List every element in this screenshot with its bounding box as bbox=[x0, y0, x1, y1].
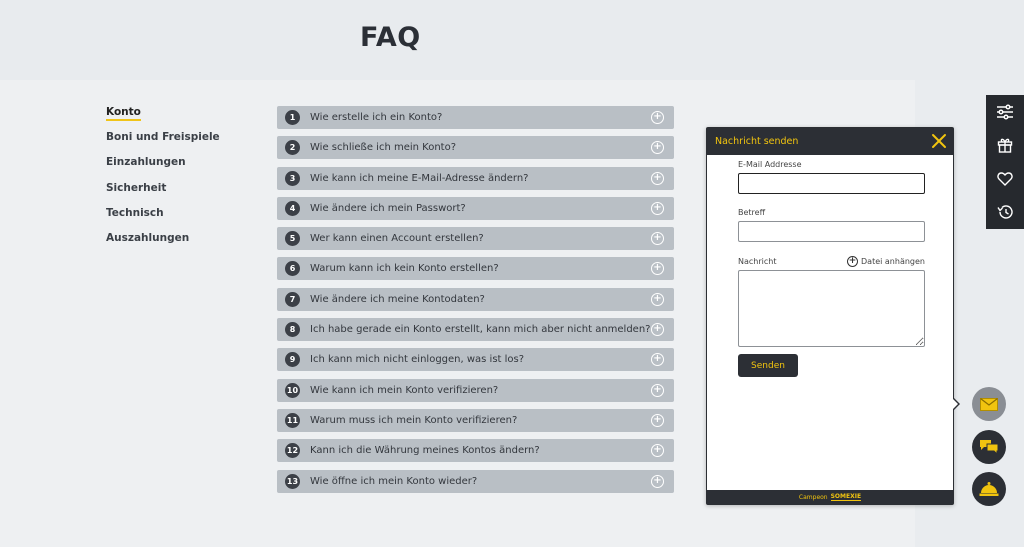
message-label-row: Nachricht + Datei anhängen bbox=[738, 256, 925, 267]
faq-question: Wie öffne ich mein Konto wieder? bbox=[310, 475, 478, 487]
bell-icon bbox=[979, 482, 999, 496]
message-panel-header: Nachricht senden bbox=[707, 128, 953, 155]
plus-icon[interactable]: + bbox=[651, 353, 664, 367]
page-title: FAQ bbox=[360, 22, 421, 53]
plus-icon[interactable]: + bbox=[651, 141, 664, 155]
header-area: FAQ bbox=[0, 0, 1024, 80]
plus-icon[interactable]: + bbox=[651, 323, 664, 337]
sliders-icon bbox=[997, 104, 1013, 120]
category-konto[interactable]: Konto bbox=[106, 105, 220, 130]
mail-button[interactable] bbox=[972, 387, 1006, 421]
message-label: Nachricht bbox=[738, 257, 777, 266]
faq-number: 9 bbox=[285, 352, 300, 368]
faq-question: Ich habe gerade ein Konto erstellt, kann… bbox=[310, 324, 651, 336]
plus-icon[interactable]: + bbox=[651, 444, 664, 458]
plus-icon[interactable]: + bbox=[651, 201, 664, 215]
faq-question: Ich kann mich nicht einloggen, was ist l… bbox=[310, 354, 525, 366]
faq-number: 7 bbox=[285, 291, 300, 307]
close-icon[interactable] bbox=[931, 133, 947, 149]
faq-item[interactable]: 8 Ich habe gerade ein Konto erstellt, kan… bbox=[277, 318, 674, 342]
faq-number: 4 bbox=[285, 200, 300, 216]
mail-icon bbox=[980, 397, 998, 411]
plus-icon[interactable]: + bbox=[651, 413, 664, 427]
message-textarea[interactable] bbox=[738, 270, 925, 347]
faq-question: Wie ändere ich mein Passwort? bbox=[310, 202, 466, 214]
category-nav: Konto Boni und Freispiele Einzahlungen S… bbox=[106, 105, 220, 256]
plus-icon[interactable]: + bbox=[651, 111, 664, 124]
faq-question: Wer kann einen Account erstellen? bbox=[310, 233, 484, 245]
category-auszahlungen[interactable]: Auszahlungen bbox=[106, 231, 220, 256]
attach-file-label: Datei anhängen bbox=[861, 257, 925, 266]
category-boni-und-freispiele[interactable]: Boni und Freispiele bbox=[106, 130, 220, 155]
faq-number: 12 bbox=[285, 443, 300, 459]
faq-number: 3 bbox=[285, 170, 300, 186]
faq-item[interactable]: 2 Wie schließe ich mein Konto? + bbox=[277, 136, 674, 160]
faq-item[interactable]: 6 Warum kann ich kein Konto erstellen? + bbox=[277, 257, 674, 281]
message-form: E-Mail Addresse Betreff Nachricht + Datei… bbox=[738, 160, 925, 377]
side-toolbar bbox=[986, 95, 1024, 229]
service-bell-button[interactable] bbox=[972, 472, 1006, 506]
faq-question: Warum muss ich mein Konto verifizieren? bbox=[310, 414, 518, 426]
footer-brand-logo: SOMEXIE bbox=[830, 493, 862, 501]
faq-list: 1 Wie erstelle ich ein Konto? + 2 Wie schli… bbox=[277, 106, 674, 500]
faq-question: Warum kann ich kein Konto erstellen? bbox=[310, 263, 499, 275]
faq-item[interactable]: 7 Wie ändere ich meine Kontodaten? + bbox=[277, 287, 674, 311]
faq-item[interactable]: 12 Kann ich die Währung meines Kontos änd… bbox=[277, 439, 674, 463]
faq-item[interactable]: 3 Wie kann ich meine E-Mail-Adresse änder… bbox=[277, 166, 674, 190]
plus-icon[interactable]: + bbox=[651, 383, 664, 397]
faq-number: 5 bbox=[285, 231, 300, 247]
message-panel-footer: Campeon SOMEXIE bbox=[707, 490, 953, 504]
subject-label: Betreff bbox=[738, 208, 766, 217]
filter-button[interactable] bbox=[986, 95, 1024, 129]
bonus-button[interactable] bbox=[986, 129, 1024, 163]
footer-powered: Campeon bbox=[798, 493, 828, 501]
plus-icon[interactable]: + bbox=[651, 474, 664, 488]
email-field[interactable] bbox=[738, 173, 925, 194]
plus-icon[interactable]: + bbox=[651, 171, 664, 185]
email-label: E-Mail Addresse bbox=[738, 160, 802, 169]
faq-item[interactable]: 13 Wie öffne ich mein Konto wieder? + bbox=[277, 469, 674, 493]
faq-item[interactable]: 11 Warum muss ich mein Konto verifizieren… bbox=[277, 408, 674, 432]
chat-bubbles-icon bbox=[980, 440, 999, 456]
faq-number: 11 bbox=[285, 412, 300, 428]
category-sicherheit[interactable]: Sicherheit bbox=[106, 181, 220, 206]
send-button[interactable]: Senden bbox=[738, 354, 798, 377]
faq-question: Wie kann ich mein Konto verifizieren? bbox=[310, 384, 499, 396]
faq-item[interactable]: 5 Wer kann einen Account erstellen? + bbox=[277, 227, 674, 251]
category-einzahlungen[interactable]: Einzahlungen bbox=[106, 155, 220, 180]
plus-icon[interactable]: + bbox=[651, 262, 664, 276]
favorites-button[interactable] bbox=[986, 162, 1024, 196]
faq-number: 6 bbox=[285, 261, 300, 277]
panel-pointer-inner bbox=[952, 398, 958, 410]
faq-question: Wie ändere ich meine Kontodaten? bbox=[310, 293, 485, 305]
faq-item[interactable]: 9 Ich kann mich nicht einloggen, was ist … bbox=[277, 348, 674, 372]
history-button[interactable] bbox=[986, 196, 1024, 230]
message-panel: Nachricht senden E-Mail Addresse Betreff… bbox=[706, 127, 954, 505]
faq-question: Wie erstelle ich ein Konto? bbox=[310, 112, 443, 123]
category-technisch[interactable]: Technisch bbox=[106, 206, 220, 231]
plus-circle-icon: + bbox=[847, 256, 859, 267]
faq-question: Kann ich die Währung meines Kontos änder… bbox=[310, 445, 540, 457]
attach-file-button[interactable]: + Datei anhängen bbox=[847, 256, 925, 267]
faq-item[interactable]: 1 Wie erstelle ich ein Konto? + bbox=[277, 106, 674, 129]
faq-item[interactable]: 10 Wie kann ich mein Konto verifizieren? + bbox=[277, 378, 674, 402]
heart-icon bbox=[997, 172, 1013, 187]
faq-question: Wie schließe ich mein Konto? bbox=[310, 142, 457, 154]
chat-button[interactable] bbox=[972, 430, 1006, 464]
faq-item[interactable]: 4 Wie ändere ich mein Passwort? + bbox=[277, 196, 674, 220]
subject-field[interactable] bbox=[738, 221, 925, 242]
faq-number: 10 bbox=[285, 382, 300, 398]
faq-number: 2 bbox=[285, 140, 300, 156]
faq-number: 1 bbox=[285, 110, 300, 125]
plus-icon[interactable]: + bbox=[651, 232, 664, 246]
faq-number: 8 bbox=[285, 322, 300, 338]
plus-icon[interactable]: + bbox=[651, 292, 664, 306]
faq-question: Wie kann ich meine E-Mail-Adresse ändern… bbox=[310, 172, 529, 184]
gift-icon bbox=[997, 138, 1013, 153]
history-icon bbox=[996, 205, 1013, 219]
faq-number: 13 bbox=[285, 473, 300, 489]
message-panel-title: Nachricht senden bbox=[715, 136, 799, 147]
